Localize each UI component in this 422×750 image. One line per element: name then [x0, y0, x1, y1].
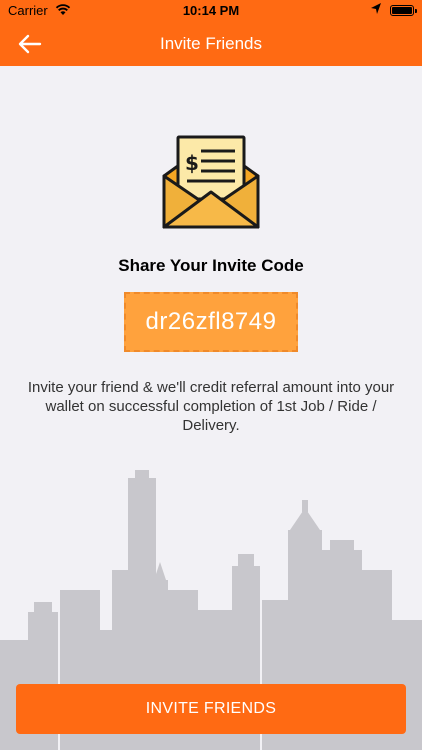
money-envelope-icon: $	[161, 134, 261, 230]
invite-code-box[interactable]: dr26zfl8749	[124, 292, 298, 352]
page-title: Invite Friends	[159, 34, 263, 53]
battery-icon	[390, 5, 417, 16]
nav-bar: Invite Friends	[0, 22, 422, 66]
location-arrow-icon	[370, 2, 382, 19]
status-time: 10:14 PM	[182, 3, 240, 18]
invite-code-text: dr26zfl8749	[145, 308, 277, 335]
share-invite-title: Share Your Invite Code	[118, 256, 304, 275]
invite-description: Invite your friend & we'll credit referr…	[27, 379, 395, 434]
invite-friends-button-label: INVITE FRIENDS	[145, 700, 277, 717]
invite-friends-button[interactable]: INVITE FRIENDS	[16, 684, 406, 734]
svg-text:$: $	[185, 151, 199, 175]
status-bar: Carrier 10:14 PM	[0, 0, 422, 22]
